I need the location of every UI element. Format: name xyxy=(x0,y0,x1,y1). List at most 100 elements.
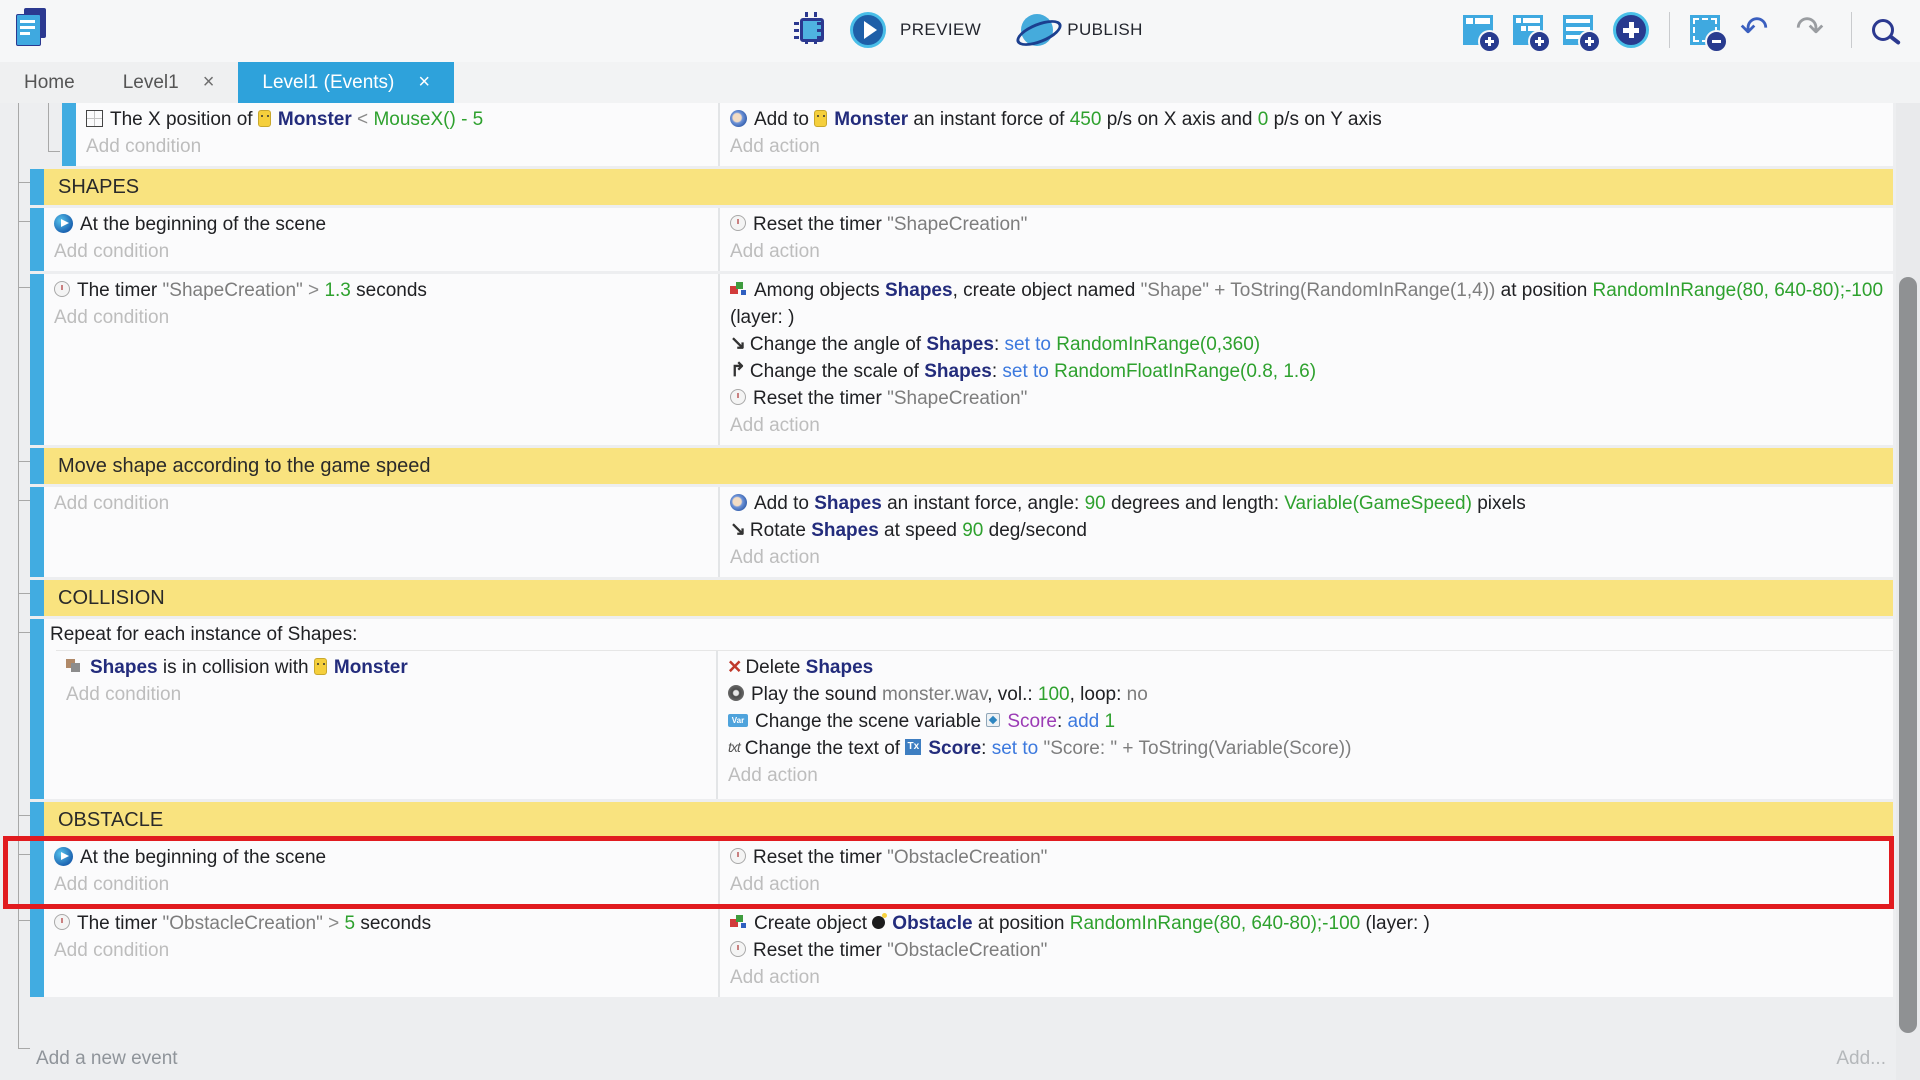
add-condition-placeholder[interactable]: Add condition xyxy=(54,871,710,898)
action-line[interactable]: Reset the timer "ShapeCreation" xyxy=(730,385,1885,412)
scene-var-icon xyxy=(986,713,1000,727)
text-segment: Reset the timer xyxy=(753,847,887,868)
group-label[interactable]: SHAPES xyxy=(44,169,1893,205)
action-line[interactable]: Reset the timer "ObstacleCreation" xyxy=(730,844,1885,871)
action-line[interactable]: txtChange the text of TxScore: set to "S… xyxy=(728,735,1885,762)
event-drag-bar[interactable] xyxy=(30,802,44,838)
add-action-placeholder[interactable]: Add action xyxy=(730,133,1885,160)
event-drag-bar[interactable] xyxy=(62,103,76,166)
event-drag-bar[interactable] xyxy=(30,841,44,904)
add-action-placeholder[interactable]: Add action xyxy=(730,964,1885,991)
add-action-placeholder[interactable]: Add action xyxy=(728,762,1885,789)
add-condition-placeholder[interactable]: Add condition xyxy=(86,133,710,160)
condition-line[interactable]: At the beginning of the scene xyxy=(54,211,710,238)
add-condition-placeholder[interactable]: Add condition xyxy=(54,304,710,331)
text-segment: : xyxy=(994,334,1005,355)
tab-home[interactable]: Home xyxy=(0,62,99,103)
action-line[interactable]: ×Delete Shapes xyxy=(728,654,1885,681)
text-segment: set to xyxy=(1002,361,1054,382)
add-action-placeholder[interactable]: Add action xyxy=(730,412,1885,439)
timer-icon xyxy=(730,215,746,231)
repeat-event-row: Repeat for each instance of Shapes: Shape… xyxy=(30,619,1893,799)
search-icon[interactable] xyxy=(1872,19,1894,41)
add-comment-icon[interactable] xyxy=(1563,15,1593,45)
publish-button[interactable]: PUBLISH xyxy=(1067,20,1143,40)
force-icon xyxy=(730,110,747,127)
group-label[interactable]: COLLISION xyxy=(44,580,1893,616)
add-condition-placeholder[interactable]: Add condition xyxy=(54,490,710,517)
text-segment: Shapes xyxy=(90,657,158,678)
add-action-placeholder[interactable]: Add action xyxy=(730,238,1885,265)
scrollbar-thumb[interactable] xyxy=(1899,277,1917,1033)
bomb-icon xyxy=(872,916,885,929)
text-segment: Shapes xyxy=(814,493,882,514)
tab-close-icon[interactable]: × xyxy=(418,71,430,94)
add-more-button[interactable]: Add... xyxy=(1836,1048,1886,1070)
add-event-icon[interactable] xyxy=(1463,15,1493,45)
preview-play-icon[interactable] xyxy=(850,12,886,48)
condition-line[interactable]: The timer "ShapeCreation" > 1.3 seconds xyxy=(54,277,710,304)
preview-button[interactable]: PREVIEW xyxy=(900,20,981,40)
monster-icon xyxy=(314,658,327,675)
action-line[interactable]: VarChange the scene variable Score: add … xyxy=(728,708,1885,735)
group-label[interactable]: Move shape according to the game speed xyxy=(44,448,1893,484)
event-drag-bar[interactable] xyxy=(30,907,44,997)
debugger-icon[interactable] xyxy=(800,18,824,42)
add-action-placeholder[interactable]: Add action xyxy=(730,544,1885,571)
text-segment: "ObstacleCreation" xyxy=(887,940,1047,961)
tab-level1-events-[interactable]: Level1 (Events)× xyxy=(238,62,454,103)
action-line[interactable]: Reset the timer "ShapeCreation" xyxy=(730,211,1885,238)
action-line[interactable]: Add to Monster an instant force of 450 p… xyxy=(730,106,1885,133)
event-drag-bar[interactable] xyxy=(30,580,44,616)
condition-line[interactable]: At the beginning of the scene xyxy=(54,844,710,871)
add-condition-placeholder[interactable]: Add condition xyxy=(54,937,710,964)
project-manager-icon[interactable] xyxy=(16,8,48,46)
text-segment: Reset the timer xyxy=(753,940,887,961)
tab-close-icon[interactable]: × xyxy=(203,71,215,94)
action-line[interactable]: ↘Change the angle of Shapes: set to Rand… xyxy=(730,331,1885,358)
add-action-placeholder[interactable]: Add action xyxy=(730,871,1885,898)
condition-line[interactable]: The X position of Monster < MouseX() - 5 xyxy=(86,106,710,133)
event-drag-bar[interactable] xyxy=(30,274,44,445)
text-segment: an instant force, angle: xyxy=(882,493,1085,514)
group-label[interactable]: OBSTACLE xyxy=(44,802,1893,838)
action-line[interactable]: Create object Obstacle at position Rando… xyxy=(730,910,1885,937)
action-line[interactable]: ↱Change the scale of Shapes: set to Rand… xyxy=(730,358,1885,385)
add-new-event-button[interactable]: Add a new event xyxy=(36,1048,178,1070)
text-segment: degrees and length: xyxy=(1106,493,1285,514)
publish-globe-icon[interactable] xyxy=(1021,14,1053,46)
text-segment: at position xyxy=(973,913,1070,934)
event-drag-bar[interactable] xyxy=(30,208,44,271)
text-segment: Monster xyxy=(334,657,408,678)
action-line[interactable]: Among objects Shapes, create object name… xyxy=(730,277,1885,331)
repeat-label[interactable]: Repeat for each instance of Shapes: xyxy=(44,619,1893,650)
condition-line[interactable]: The timer "ObstacleCreation" > 5 seconds xyxy=(54,910,710,937)
action-line[interactable]: Reset the timer "ObstacleCreation" xyxy=(730,937,1885,964)
event-drag-bar[interactable] xyxy=(30,448,44,484)
add-subevent-icon[interactable] xyxy=(1513,15,1543,45)
condition-line[interactable]: Shapes is in collision with Monster xyxy=(66,654,708,681)
add-special-event-icon[interactable] xyxy=(1613,12,1649,48)
text-segment: an instant force of xyxy=(908,109,1070,130)
actions-cell: Reset the timer "ObstacleCreation"Add ac… xyxy=(720,841,1893,904)
text-segment: p/s on X axis and xyxy=(1101,109,1257,130)
undo-icon[interactable]: ↶ xyxy=(1740,14,1769,44)
text-segment: "ShapeCreation" xyxy=(163,280,303,301)
redo-icon[interactable]: ↷ xyxy=(1796,14,1825,44)
tab-label: Home xyxy=(24,72,75,94)
add-condition-placeholder[interactable]: Add condition xyxy=(66,681,708,708)
action-line[interactable]: Add to Shapes an instant force, angle: 9… xyxy=(730,490,1885,517)
tab-level1[interactable]: Level1× xyxy=(99,62,239,103)
add-condition-placeholder[interactable]: Add condition xyxy=(54,238,710,265)
event-drag-bar[interactable] xyxy=(30,487,44,577)
delete-selection-icon[interactable] xyxy=(1690,15,1720,45)
timer-icon xyxy=(730,389,746,405)
text-segment: Monster xyxy=(278,109,352,130)
event-drag-bar[interactable] xyxy=(30,169,44,205)
text-segment: "Shape" + ToString(RandomInRange(1,4)) xyxy=(1141,280,1496,301)
action-line[interactable]: ↘Rotate Shapes at speed 90 deg/second xyxy=(730,517,1885,544)
event-drag-bar[interactable] xyxy=(30,619,44,799)
action-line[interactable]: Play the sound monster.wav, vol.: 100, l… xyxy=(728,681,1885,708)
conditions-cell: The X position of Monster < MouseX() - 5… xyxy=(76,103,720,166)
text-segment: RandomInRange(80, 640-80);-100 xyxy=(1070,913,1360,934)
